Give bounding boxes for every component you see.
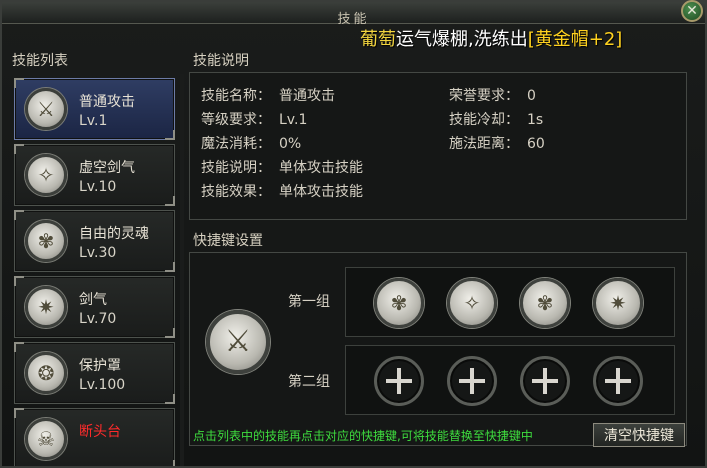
hotkey-group-2 <box>345 345 675 415</box>
desc-cooldown: 技能冷却： 1s <box>449 112 544 128</box>
shield-icon: ❂ <box>25 352 67 394</box>
notice-text: 运气爆棚,洗练出 <box>396 29 528 50</box>
skill-item-void-sword[interactable]: ✧ 虚空剑气 Lv.10 <box>14 144 175 206</box>
hotkey-slot-empty[interactable] <box>520 356 570 406</box>
hotkey-slot-sword-qi-icon[interactable]: ✷ <box>593 278 643 328</box>
hotkey-slot-soul-icon[interactable]: ✾ <box>520 278 570 328</box>
hotkey-slot-empty[interactable] <box>447 356 497 406</box>
hotkey-group-1: ✾ ✧ ✾ ✷ <box>345 267 675 337</box>
skill-level: Lv.100 <box>79 377 126 393</box>
desc-level-req: 等级要求： Lv.1 <box>201 112 308 128</box>
void-sword-icon: ✧ <box>25 154 67 196</box>
skill-name: 断头台 <box>79 424 121 440</box>
hotkey-panel: ⚔ 第一组 第二组 ✾ ✧ ✾ ✷ <box>189 252 687 446</box>
skill-item-shield[interactable]: ❂ 保护罩 Lv.100 <box>14 342 175 404</box>
skill-level: Lv.1 <box>79 113 108 129</box>
title-bar[interactable]: 技能 <box>2 2 705 27</box>
skill-list[interactable]: ⚔ 普通攻击 Lv.1 ✧ 虚空剑气 Lv.10 ✾ 自由的灵魂 Lv.30 ✷… <box>12 74 177 466</box>
selected-skill-sword-icon[interactable]: ⚔ <box>206 310 270 374</box>
skill-name: 普通攻击 <box>79 94 135 110</box>
clear-hotkeys-button[interactable]: 清空快捷键 <box>593 423 685 447</box>
skill-name: 保护罩 <box>79 358 121 374</box>
system-notice: 葡萄运气爆棚,洗练出[黄金帽+2] <box>360 25 622 51</box>
skill-item-free-soul[interactable]: ✾ 自由的灵魂 Lv.30 <box>14 210 175 272</box>
desc-skill-name: 技能名称： 普通攻击 <box>201 88 335 104</box>
skill-item-sword-qi[interactable]: ✷ 剑气 Lv.70 <box>14 276 175 338</box>
hotkey-hint: 点击列表中的技能再点击对应的快捷键,可将技能替换至快捷键中 <box>193 429 533 443</box>
group2-label: 第二组 <box>288 374 330 390</box>
plus-icon <box>386 368 412 394</box>
sword-icon: ⚔ <box>25 88 67 130</box>
skill-level: Lv.10 <box>79 179 117 195</box>
guillotine-icon: ☠ <box>25 418 67 460</box>
skill-name: 剑气 <box>79 292 107 308</box>
skill-level: Lv.70 <box>79 311 117 327</box>
hotkey-slot-soul-icon[interactable]: ✾ <box>374 278 424 328</box>
group1-label: 第一组 <box>288 294 330 310</box>
desc-skill-text: 技能说明： 单体攻击技能 <box>201 160 363 176</box>
skill-desc-heading: 技能说明 <box>193 53 249 69</box>
plus-icon <box>605 368 631 394</box>
sword-qi-icon: ✷ <box>25 286 67 328</box>
hotkey-slot-empty[interactable] <box>374 356 424 406</box>
desc-honor-req: 荣誉要求： 0 <box>449 88 536 104</box>
hotkey-heading: 快捷键设置 <box>193 233 263 249</box>
close-button[interactable]: ✕ <box>681 0 703 22</box>
desc-skill-effect: 技能效果： 单体攻击技能 <box>201 184 363 200</box>
soul-icon: ✾ <box>25 220 67 262</box>
plus-icon <box>532 368 558 394</box>
hotkey-slot-void-sword-icon[interactable]: ✧ <box>447 278 497 328</box>
hotkey-slot-empty[interactable] <box>593 356 643 406</box>
skill-name: 虚空剑气 <box>79 160 135 176</box>
notice-item: [黄金帽+2] <box>527 29 623 50</box>
skill-window: 技能 ✕ 葡萄运气爆棚,洗练出[黄金帽+2] 技能列表 技能说明 快捷键设置 ⚔… <box>0 0 707 468</box>
desc-mana-cost: 魔法消耗： 0% <box>201 136 302 152</box>
skill-list-heading: 技能列表 <box>12 53 68 69</box>
skill-item-guillotine[interactable]: ☠ 断头台 <box>14 408 175 466</box>
notice-player-name: 葡萄 <box>360 29 396 50</box>
desc-cast-range: 施法距离： 60 <box>449 136 545 152</box>
close-icon: ✕ <box>686 3 698 19</box>
skill-list-scrollbar[interactable] <box>180 74 184 466</box>
skill-name: 自由的灵魂 <box>79 226 149 242</box>
skill-item-basic-attack[interactable]: ⚔ 普通攻击 Lv.1 <box>14 78 175 140</box>
plus-icon <box>459 368 485 394</box>
skill-description-panel: 技能名称： 普通攻击 等级要求： Lv.1 魔法消耗： 0% 技能说明： 单体攻击技能 … <box>189 72 687 220</box>
skill-level: Lv.30 <box>79 245 117 261</box>
